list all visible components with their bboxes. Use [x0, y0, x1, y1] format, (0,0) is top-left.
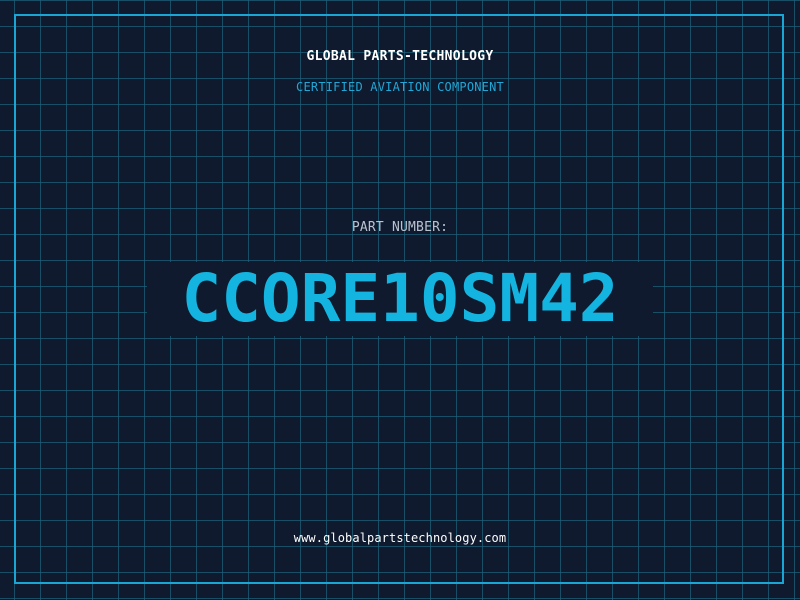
part-number-label: PART NUMBER: [351, 220, 449, 235]
part-number-value: CCORE10SM42 [181, 260, 619, 337]
website-url: www.globalpartstechnology.com [293, 531, 507, 545]
company-name: GLOBAL PARTS-TECHNOLOGY [306, 49, 494, 64]
part-number-panel: CCORE10SM42 [147, 262, 653, 336]
certification-subtitle: CERTIFIED AVIATION COMPONENT [296, 80, 504, 94]
part-label-screen: GLOBAL PARTS-TECHNOLOGY CERTIFIED AVIATI… [0, 0, 800, 600]
